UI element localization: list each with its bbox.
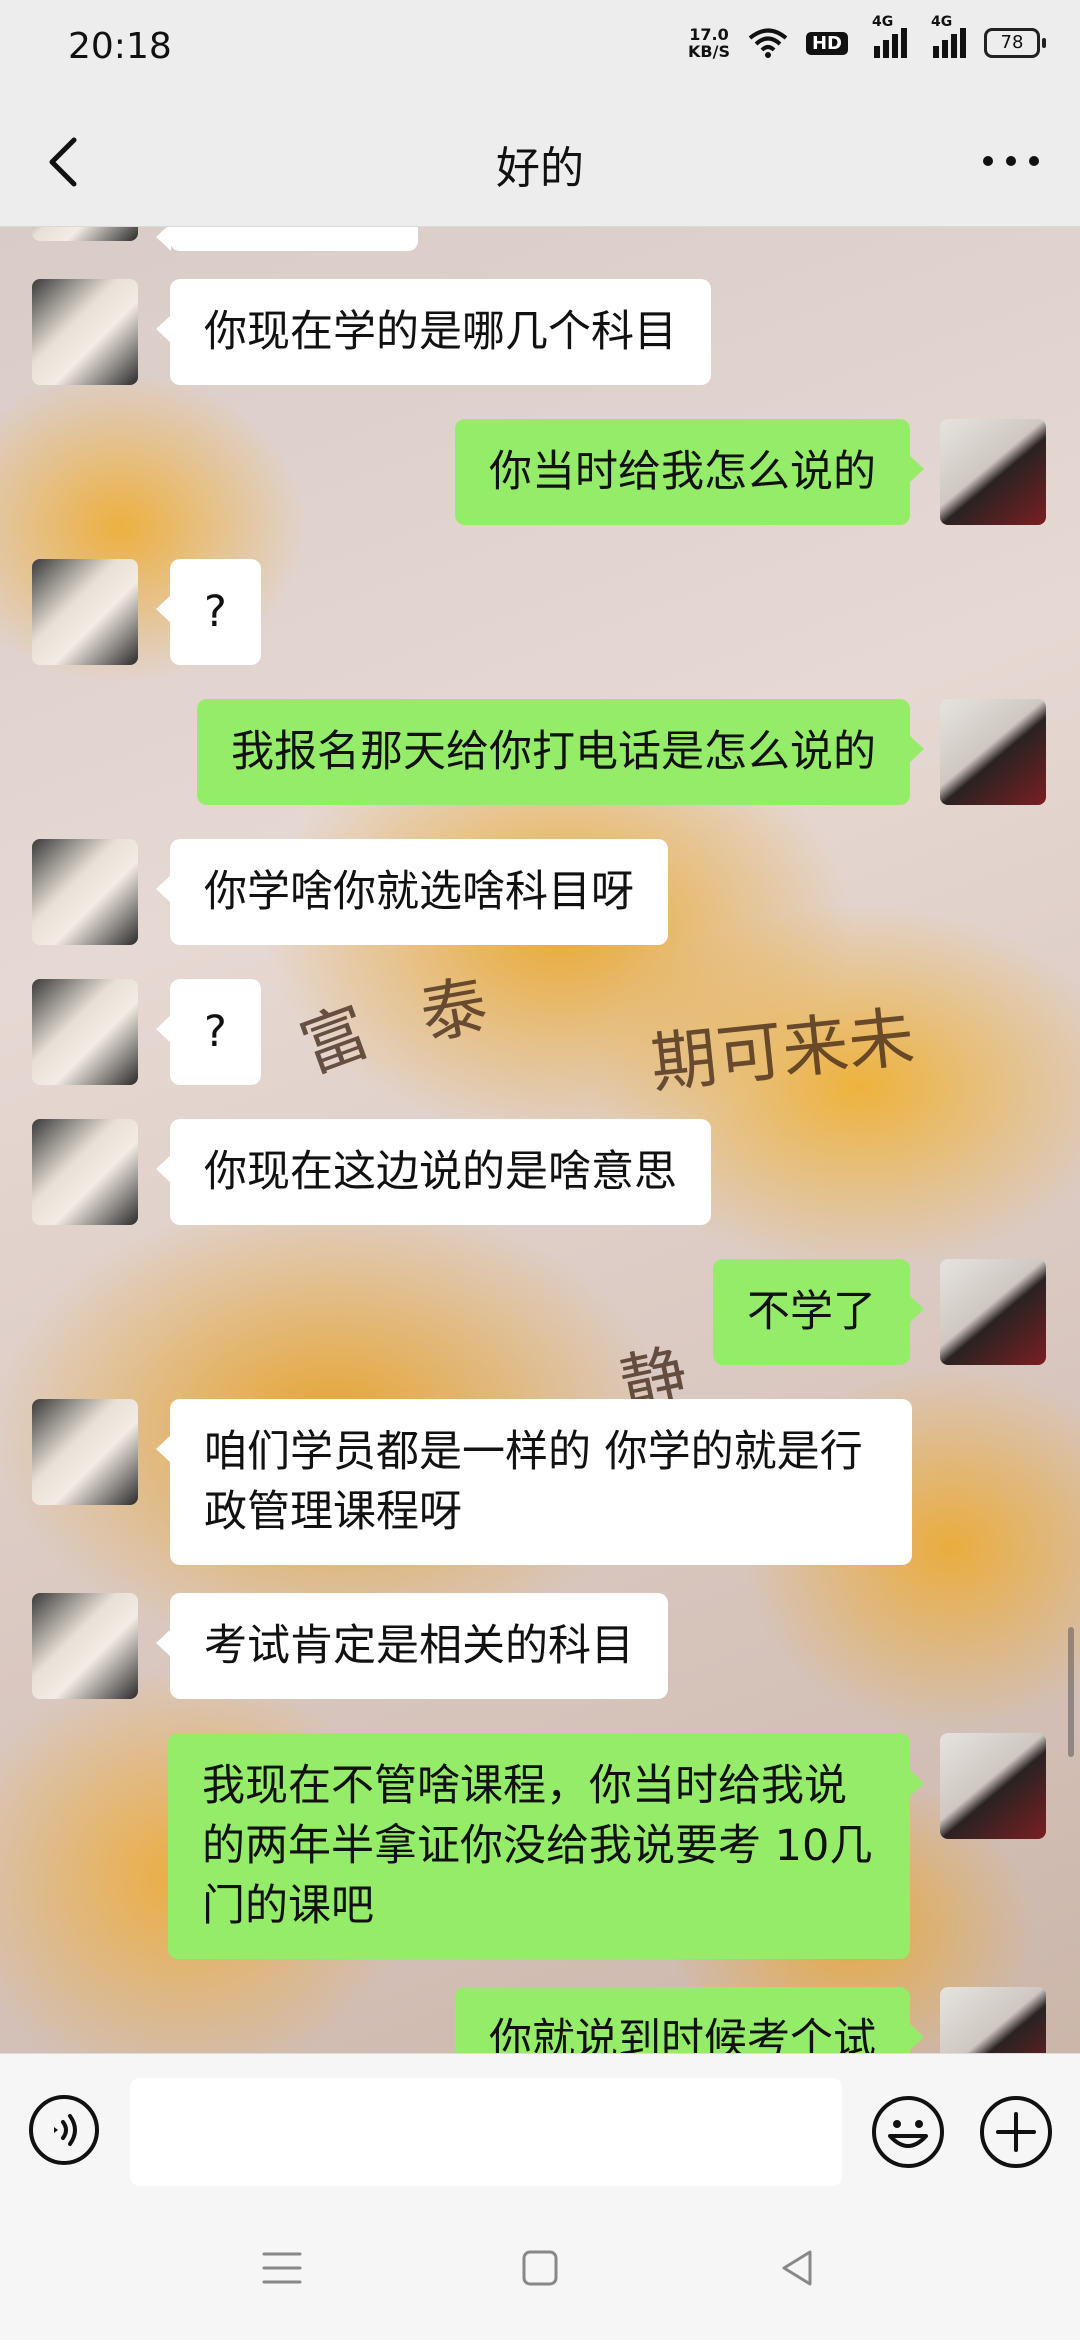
wifi-icon bbox=[748, 28, 788, 58]
contact-avatar[interactable] bbox=[32, 1593, 138, 1699]
message-bubble[interactable]: 考试肯定是相关的科目 bbox=[156, 1593, 668, 1699]
status-time: 20:18 bbox=[68, 26, 172, 67]
message-input[interactable] bbox=[130, 2078, 842, 2186]
contact-avatar[interactable] bbox=[32, 1399, 138, 1505]
network-speed-value: 17.0 bbox=[689, 25, 729, 44]
signal-2-label: 4G bbox=[931, 14, 953, 30]
chat-header: 好的 bbox=[0, 96, 1080, 227]
contact-avatar[interactable] bbox=[32, 279, 138, 385]
battery-indicator: 78 bbox=[984, 28, 1046, 58]
message-bubble[interactable]: 我现在不管啥课程，你当时给我说的两年半拿证你没给我说要考 10几门的课吧 bbox=[168, 1733, 924, 1959]
contact-avatar[interactable] bbox=[32, 1119, 138, 1225]
wallpaper-text-2: 富 bbox=[290, 992, 380, 1088]
network-speed-unit: KB/S bbox=[688, 42, 730, 61]
wallpaper-text-3: 泰 bbox=[414, 966, 494, 1055]
message-bubble[interactable]: 你当时给我怎么说的 bbox=[455, 419, 924, 525]
signal-icon-2: 4G bbox=[931, 14, 966, 58]
message-bubble[interactable]: 我报名那天给你打电话是怎么说的 bbox=[197, 699, 924, 805]
voice-icon[interactable] bbox=[28, 2094, 100, 2166]
message-bubble[interactable]: 你学啥你就选啥科目呀 bbox=[156, 839, 668, 945]
signal-icon-1: 4G bbox=[872, 14, 907, 58]
message-bubble[interactable]: 不学了 bbox=[713, 1259, 924, 1365]
message-bubble[interactable]: 你现在这边说的是啥意思 bbox=[156, 1119, 711, 1225]
message-bubble[interactable]: 你就说到时候考个试 bbox=[455, 1987, 924, 2053]
wallpaper-text-1: 期可来未 bbox=[647, 998, 918, 1103]
plus-circle-icon[interactable] bbox=[978, 2094, 1054, 2170]
home-square-icon[interactable] bbox=[516, 2244, 564, 2292]
network-speed: 17.0 KB/S bbox=[688, 26, 730, 60]
signal-1-label: 4G bbox=[872, 14, 894, 30]
system-nav-bar bbox=[0, 2200, 1080, 2340]
input-bar bbox=[0, 2053, 1080, 2201]
contact-avatar[interactable] bbox=[32, 839, 138, 945]
more-dots-icon[interactable] bbox=[976, 136, 1046, 186]
message-bubble[interactable]: 你现在学的是哪几个科目 bbox=[156, 279, 711, 385]
chat-title: 好的 bbox=[496, 143, 584, 194]
my-avatar[interactable] bbox=[940, 1733, 1046, 1839]
contact-avatar[interactable] bbox=[32, 979, 138, 1085]
status-bar: 20:18 17.0 KB/S HD 4G 4G 78 bbox=[0, 0, 1080, 96]
my-avatar[interactable] bbox=[940, 1259, 1046, 1365]
my-avatar[interactable] bbox=[940, 1987, 1046, 2053]
status-icons: 17.0 KB/S HD 4G 4G 78 bbox=[688, 14, 1046, 60]
hd-voice-badge: HD bbox=[805, 31, 848, 55]
chat-area[interactable]: 期可来未 富 泰 静 你现在学的是哪几个科目 你当时给我怎么说的 ? 我报名那天… bbox=[0, 227, 1080, 2053]
emoji-icon[interactable] bbox=[870, 2094, 946, 2170]
back-triangle-icon[interactable] bbox=[774, 2244, 822, 2292]
message-bubble[interactable]: ? bbox=[156, 559, 261, 665]
my-avatar[interactable] bbox=[940, 699, 1046, 805]
message-bubble[interactable]: 咱们学员都是一样的 你学的就是行政管理课程呀 bbox=[156, 1399, 912, 1565]
contact-avatar[interactable] bbox=[32, 227, 138, 241]
menu-icon[interactable] bbox=[258, 2244, 306, 2292]
scroll-indicator[interactable] bbox=[1068, 1627, 1074, 1757]
my-avatar[interactable] bbox=[940, 419, 1046, 525]
message-bubble-partial[interactable] bbox=[156, 227, 418, 251]
contact-avatar[interactable] bbox=[32, 559, 138, 665]
message-bubble[interactable]: ? bbox=[156, 979, 261, 1085]
